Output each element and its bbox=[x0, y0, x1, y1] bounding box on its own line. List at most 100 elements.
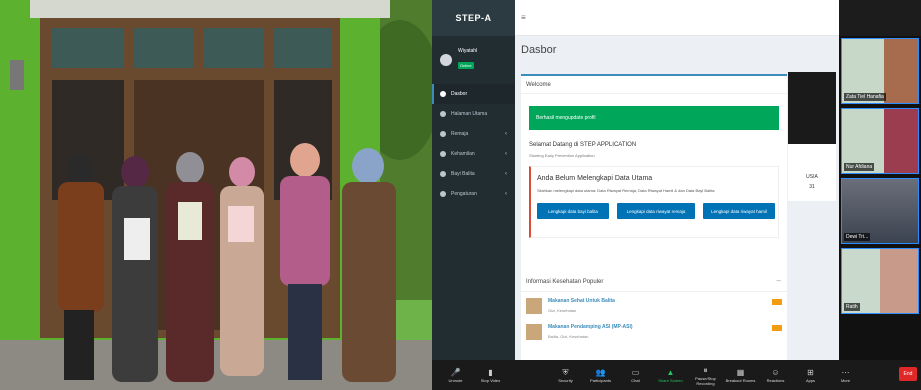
toolbar-label: Security bbox=[558, 378, 573, 383]
sidebar-item-remaja[interactable]: Remaja ‹ bbox=[432, 124, 515, 144]
news-tags: Balita, Gizi, Kesehatan bbox=[548, 334, 589, 339]
hamburger-icon[interactable]: ≡ bbox=[521, 13, 526, 22]
more-button[interactable]: ⋯ More bbox=[828, 367, 863, 383]
zoom-meeting: STEP-A Wiyatahl Online Dasbor Halaman Ut… bbox=[432, 0, 921, 390]
rooms-icon: ▦ bbox=[736, 368, 745, 377]
reactions-button[interactable]: ☺ Reactions bbox=[758, 367, 793, 383]
stat-card-image bbox=[788, 72, 836, 144]
participant-gallery: Zata Tiel Hanafia Nur Afdiana Dewi Tri..… bbox=[839, 36, 921, 360]
success-alert: Berhasil mengupdate profil bbox=[529, 106, 779, 130]
brand-logo[interactable]: STEP-A bbox=[432, 0, 515, 36]
share-screen-button[interactable]: ▲ Share Screen bbox=[653, 367, 688, 383]
chevron-left-icon: ‹ bbox=[505, 131, 507, 137]
participant-name: Ratih bbox=[844, 303, 860, 311]
apps-button[interactable]: ⊞ Apps bbox=[793, 367, 828, 383]
shared-screen-app: STEP-A Wiyatahl Online Dasbor Halaman Ut… bbox=[432, 0, 839, 360]
avatar bbox=[440, 54, 452, 66]
chevron-left-icon: ‹ bbox=[505, 151, 507, 157]
toolbar-label: Participants bbox=[590, 378, 611, 383]
chevron-left-icon: ‹ bbox=[505, 191, 507, 197]
sidebar-item-kehamilan[interactable]: Kehamilan ‹ bbox=[432, 144, 515, 164]
participant-tile[interactable]: Dewi Tri... bbox=[841, 178, 919, 244]
main-content: Dasbor Welcome Berhasil mengupdate profi… bbox=[515, 36, 839, 360]
user-icon bbox=[440, 131, 446, 137]
toolbar-label: Pause/Stop Recording bbox=[695, 375, 716, 386]
user-panel: Wiyatahl Online bbox=[432, 36, 515, 84]
warning-text: Silahkan melengkapi data utama: Data Riw… bbox=[537, 188, 715, 193]
page-title: Dasbor bbox=[521, 44, 557, 56]
greeting-sub: Stunting Early Prevention Application bbox=[529, 153, 595, 158]
badge bbox=[772, 325, 782, 331]
greeting: Selamat Datang di STEP APPLICATION bbox=[529, 142, 637, 148]
stat-label: USIA bbox=[806, 174, 818, 180]
welcome-box: Welcome Berhasil mengupdate profil Selam… bbox=[521, 74, 787, 302]
sidebar-item-label: Dasbor bbox=[451, 91, 468, 97]
group-photo bbox=[0, 0, 432, 390]
sidebar-item-halaman-utama[interactable]: Halaman Utama bbox=[432, 104, 515, 124]
news-title[interactable]: Makanan Sehat Untuk Balita bbox=[548, 298, 615, 304]
status-badge: Online bbox=[458, 62, 474, 69]
share-icon: ▲ bbox=[666, 368, 675, 377]
more-icon: ⋯ bbox=[841, 368, 850, 377]
participant-tile[interactable]: Nur Afdiana bbox=[841, 108, 919, 174]
baby-icon bbox=[440, 171, 446, 177]
apps-icon: ⊞ bbox=[807, 368, 814, 377]
meeting-toolbar: 🎤 Unmute ▮ Stop Video ⛨ Security 👥 Participa… bbox=[432, 360, 921, 390]
toolbar-label: Share Screen bbox=[658, 378, 683, 383]
participant-name: Dewi Tri... bbox=[844, 233, 871, 241]
thumbnail bbox=[526, 298, 542, 314]
news-title[interactable]: Makanan Pendamping ASI (MP-ASI) bbox=[548, 324, 633, 330]
list-item[interactable]: Makanan Pendamping ASI (MP-ASI) Balita, … bbox=[526, 322, 782, 348]
sidebar-item-label: Bayi Balita bbox=[451, 171, 475, 177]
list-item[interactable]: Makanan Sehat Untuk Balita Gizi, Kesehat… bbox=[526, 296, 782, 322]
toolbar-label: Stop Video bbox=[480, 378, 501, 383]
unmute-button[interactable]: 🎤 Unmute bbox=[438, 367, 473, 383]
toolbar-label: More bbox=[840, 378, 851, 383]
badge bbox=[772, 299, 782, 305]
sidebar-item-bayi-balita[interactable]: Bayi Balita ‹ bbox=[432, 164, 515, 184]
participant-tile[interactable]: Ratih bbox=[841, 248, 919, 314]
participant-name: Nur Afdiana bbox=[844, 163, 875, 171]
sidebar-item-label: Kehamilan bbox=[451, 151, 475, 157]
breakout-rooms-button[interactable]: ▦ Breakout Rooms bbox=[723, 367, 758, 383]
pause-icon: ⏸ bbox=[703, 365, 708, 375]
welcome-header: Welcome bbox=[521, 76, 787, 94]
sidebar: STEP-A Wiyatahl Online Dasbor Halaman Ut… bbox=[432, 0, 515, 360]
stop-video-button[interactable]: ▮ Stop Video bbox=[473, 367, 508, 383]
sidebar-item-label: Remaja bbox=[451, 131, 469, 137]
complete-teen-data-button[interactable]: Lengkapi data riwayat remaja bbox=[617, 203, 695, 219]
participant-tile[interactable]: Zata Tiel Hanafia bbox=[841, 38, 919, 104]
toolbar-label: Breakout Rooms bbox=[725, 378, 756, 383]
people-icon: 👥 bbox=[595, 368, 606, 377]
warning-callout: Anda Belum Melengkapi Data Utama Silahka… bbox=[529, 166, 779, 238]
heart-icon bbox=[440, 151, 446, 157]
toolbar-label: Apps bbox=[805, 378, 816, 383]
complete-baby-data-button[interactable]: Lengkapi data bayi balita bbox=[537, 203, 609, 219]
sidebar-menu: Dasbor Halaman Utama Remaja ‹ Kehamilan ‹ … bbox=[432, 84, 515, 204]
gear-icon bbox=[440, 191, 446, 197]
chat-icon: ▭ bbox=[631, 368, 640, 377]
sidebar-item-pengaturan[interactable]: Pengaturan ‹ bbox=[432, 184, 515, 204]
shield-icon: ⛨ bbox=[562, 368, 569, 377]
thumbnail bbox=[526, 324, 542, 340]
toolbar-label: Chat bbox=[631, 378, 640, 383]
chevron-left-icon: ‹ bbox=[505, 171, 507, 177]
minimize-icon[interactable]: – bbox=[777, 276, 781, 285]
home-icon bbox=[440, 111, 446, 117]
sidebar-item-dasbor[interactable]: Dasbor bbox=[432, 84, 515, 104]
complete-pregnancy-data-button[interactable]: Lengkapi data riwayat hamil bbox=[703, 203, 775, 219]
stat-value: 31 bbox=[809, 184, 815, 190]
chat-button[interactable]: ▭ Chat bbox=[618, 367, 653, 383]
mic-icon: 🎤 bbox=[450, 368, 461, 377]
sidebar-item-label: Halaman Utama bbox=[451, 111, 488, 117]
news-tags: Gizi, Kesehatan bbox=[548, 308, 577, 313]
smile-icon: ☺ bbox=[771, 368, 780, 377]
pause-recording-button[interactable]: ⏸ Pause/Stop Recording bbox=[688, 365, 723, 386]
security-button[interactable]: ⛨ Security bbox=[548, 367, 583, 383]
participants-button[interactable]: 👥 Participants bbox=[583, 367, 618, 383]
topbar: ≡ bbox=[515, 0, 839, 36]
participant-name: Zata Tiel Hanafia bbox=[844, 93, 886, 101]
toolbar-label: Reactions bbox=[766, 378, 785, 383]
end-meeting-button[interactable]: End bbox=[899, 367, 917, 381]
health-info-header: Informasi Kesehatan Populer bbox=[521, 272, 787, 292]
